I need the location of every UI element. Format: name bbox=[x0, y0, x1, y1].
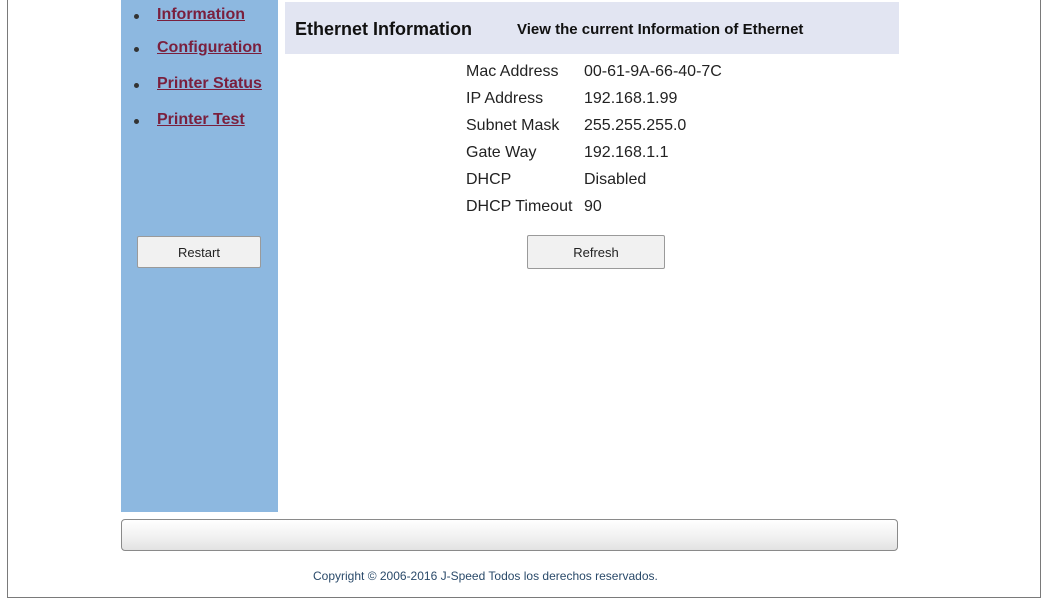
page-subtitle: View the current Information of Ethernet bbox=[517, 21, 804, 38]
nav-item-printer-test: Printer Test bbox=[121, 107, 278, 129]
refresh-button[interactable]: Refresh bbox=[527, 235, 665, 269]
nav-link-printer-status[interactable]: Printer Status bbox=[157, 75, 262, 93]
info-label: IP Address bbox=[466, 90, 544, 107]
bullet-icon bbox=[134, 47, 139, 52]
info-label: DHCP Timeout bbox=[466, 198, 573, 215]
nav-item-information: Information bbox=[121, 2, 278, 24]
page-title: Ethernet Information bbox=[295, 19, 473, 39]
info-value: Disabled bbox=[584, 171, 647, 188]
bullet-icon bbox=[134, 119, 139, 124]
restart-button[interactable]: Restart bbox=[137, 236, 261, 268]
bullet-icon bbox=[134, 83, 139, 88]
info-value: 90 bbox=[584, 198, 602, 215]
info-label: Subnet Mask bbox=[466, 117, 560, 134]
info-value: 192.168.1.1 bbox=[584, 144, 669, 161]
info-value: 192.168.1.99 bbox=[584, 90, 678, 107]
page-header: Ethernet Information View the current In… bbox=[285, 2, 899, 54]
nav-link-information[interactable]: Information bbox=[157, 6, 245, 24]
info-label: Mac Address bbox=[466, 63, 559, 80]
nav-item-printer-status: Printer Status bbox=[121, 71, 278, 93]
footer-bar bbox=[121, 519, 898, 551]
info-value: 255.255.255.0 bbox=[584, 117, 687, 134]
info-label: Gate Way bbox=[466, 144, 537, 161]
nav-link-printer-test[interactable]: Printer Test bbox=[157, 111, 245, 129]
copyright-text: Copyright © 2006-2016 J-Speed Todos los … bbox=[313, 569, 658, 583]
nav-link-configuration[interactable]: Configuration bbox=[157, 39, 262, 57]
bullet-icon bbox=[134, 14, 139, 19]
sidebar: Information Configuration Printer Status… bbox=[121, 0, 278, 512]
nav-item-configuration: Configuration bbox=[121, 35, 278, 57]
info-value: 00-61-9A-66-40-7C bbox=[584, 63, 722, 80]
info-label: DHCP bbox=[466, 171, 512, 188]
